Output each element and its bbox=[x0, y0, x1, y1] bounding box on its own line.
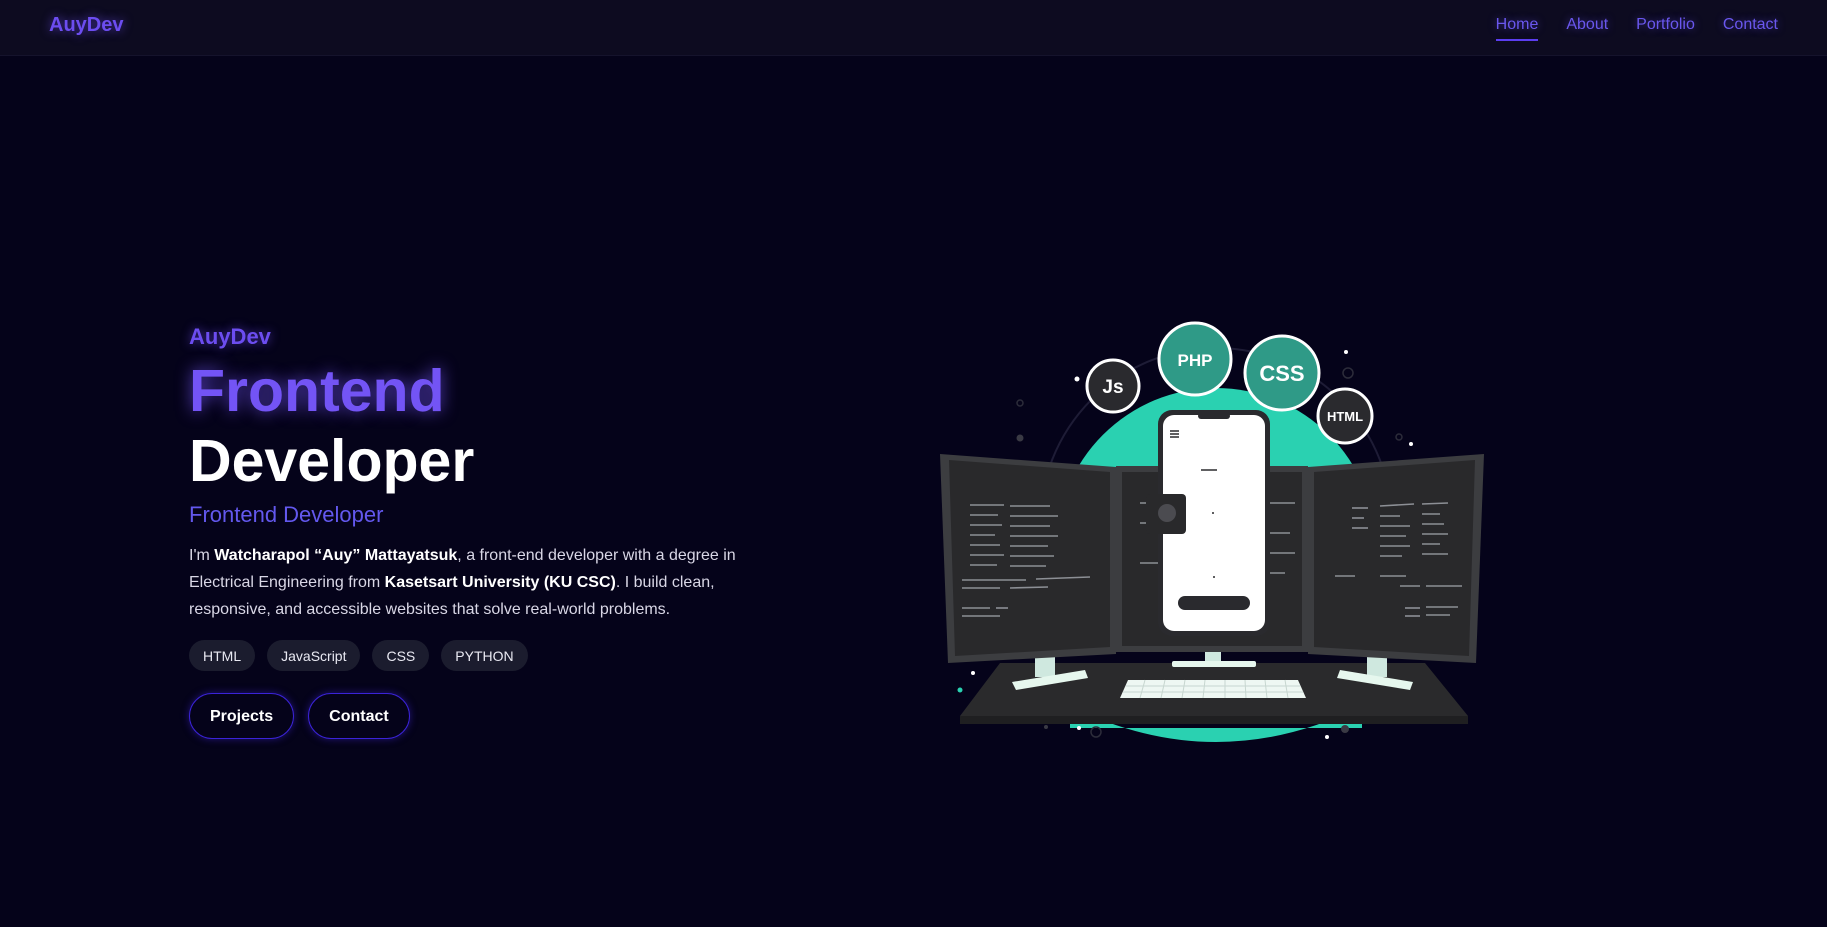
hero-bio: I'm Watcharapol “Auy” Mattayatsuk, a fro… bbox=[189, 542, 759, 623]
badge-php-label: PHP bbox=[1178, 351, 1213, 370]
skill-tag-html: HTML bbox=[189, 640, 256, 671]
badge-php: PHP bbox=[1157, 321, 1233, 397]
skill-tag-css: CSS bbox=[372, 640, 430, 671]
projects-button[interactable]: Projects bbox=[189, 693, 295, 739]
smartphone bbox=[1146, 410, 1270, 636]
hero-intro: AuyDev Frontend Developer Frontend Devel… bbox=[189, 324, 759, 739]
monitor-right bbox=[1308, 454, 1484, 663]
keyboard bbox=[1120, 679, 1306, 699]
nav-links: Home About Portfolio Contact bbox=[1495, 16, 1778, 41]
nav-link-portfolio[interactable]: Portfolio bbox=[1636, 16, 1695, 41]
bio-school: Kasetsart University (KU CSC) bbox=[384, 574, 616, 591]
nav-link-home[interactable]: Home bbox=[1495, 16, 1539, 41]
badge-js-label: Js bbox=[1102, 377, 1123, 398]
hero-title-line2: Developer bbox=[189, 428, 475, 494]
nav-link-contact[interactable]: Contact bbox=[1723, 16, 1778, 41]
badge-css: CSS bbox=[1243, 334, 1321, 412]
badge-html: HTML bbox=[1316, 387, 1374, 445]
hero-title: Frontend Developer bbox=[189, 356, 759, 496]
badge-js: Js bbox=[1085, 358, 1141, 414]
skill-tags: HTML JavaScript CSS PYTHON bbox=[189, 640, 759, 671]
bio-text-1: I'm bbox=[189, 547, 215, 564]
top-navbar: AuyDev Home About Portfolio Contact bbox=[0, 0, 1827, 56]
badge-css-label: CSS bbox=[1259, 361, 1304, 386]
hero-brand: AuyDev bbox=[189, 324, 271, 349]
skill-tag-javascript: JavaScript bbox=[267, 640, 361, 671]
brand-logo[interactable]: AuyDev bbox=[49, 14, 123, 37]
hero-actions: Projects Contact bbox=[189, 693, 759, 739]
hero-title-line1: Frontend bbox=[189, 358, 445, 424]
developer-workstation-illustration: Js PHP CSS HTML bbox=[940, 321, 1484, 742]
contact-button[interactable]: Contact bbox=[308, 693, 410, 739]
monitor-left bbox=[940, 454, 1116, 663]
badge-html-label: HTML bbox=[1327, 409, 1363, 424]
hero-subtitle: Frontend Developer bbox=[189, 502, 384, 527]
nav-link-about[interactable]: About bbox=[1566, 16, 1608, 41]
phone-button bbox=[1178, 596, 1250, 610]
bio-name: Watcharapol “Auy” Mattayatsuk bbox=[214, 547, 458, 564]
skill-tag-python: PYTHON bbox=[441, 640, 528, 671]
